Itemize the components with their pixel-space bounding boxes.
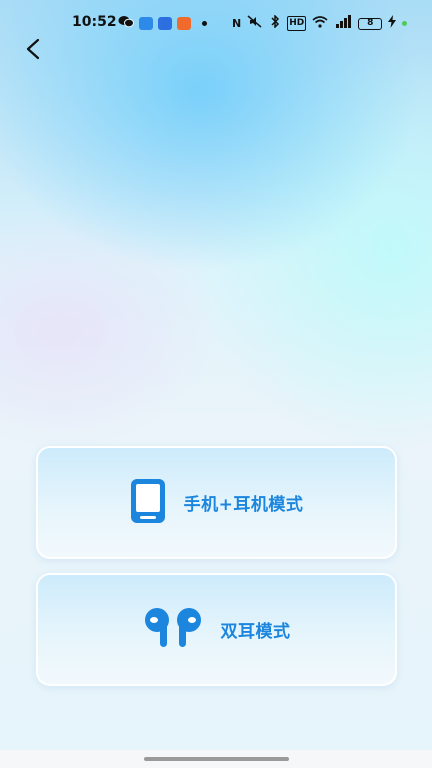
message-app-icon bbox=[158, 17, 172, 30]
battery-icon: 8 bbox=[358, 17, 383, 30]
status-time: 10:52 bbox=[72, 14, 117, 30]
dual-earbuds-mode-button[interactable]: 双耳模式 bbox=[36, 573, 397, 686]
wechat-icon bbox=[118, 15, 134, 32]
dual-earbuds-mode-label: 双耳模式 bbox=[220, 622, 291, 642]
mute-icon bbox=[247, 15, 263, 32]
phone-icon bbox=[130, 478, 166, 528]
bluetooth-icon bbox=[269, 14, 281, 32]
wallet-app-icon bbox=[139, 17, 153, 30]
phone-earphone-mode-label: 手机+耳机模式 bbox=[183, 495, 304, 515]
more-notifications-icon bbox=[202, 21, 207, 26]
wifi-icon bbox=[312, 15, 328, 32]
charging-indicator-dot bbox=[402, 21, 408, 26]
notification-icons bbox=[118, 15, 207, 32]
signal-icon bbox=[334, 15, 352, 32]
earbuds-icon bbox=[143, 607, 203, 652]
charging-icon bbox=[388, 15, 397, 32]
hd-icon: HD bbox=[287, 16, 307, 31]
status-bar: 10:52 N HD 8 bbox=[0, 0, 432, 44]
system-icons: N HD 8 bbox=[232, 14, 408, 32]
shopping-app-icon bbox=[177, 17, 191, 30]
chevron-left-icon bbox=[26, 38, 40, 60]
nfc-icon: N bbox=[232, 17, 242, 30]
home-indicator[interactable] bbox=[144, 757, 289, 761]
phone-earphone-mode-button[interactable]: 手机+耳机模式 bbox=[36, 446, 397, 559]
back-button[interactable] bbox=[18, 34, 48, 64]
